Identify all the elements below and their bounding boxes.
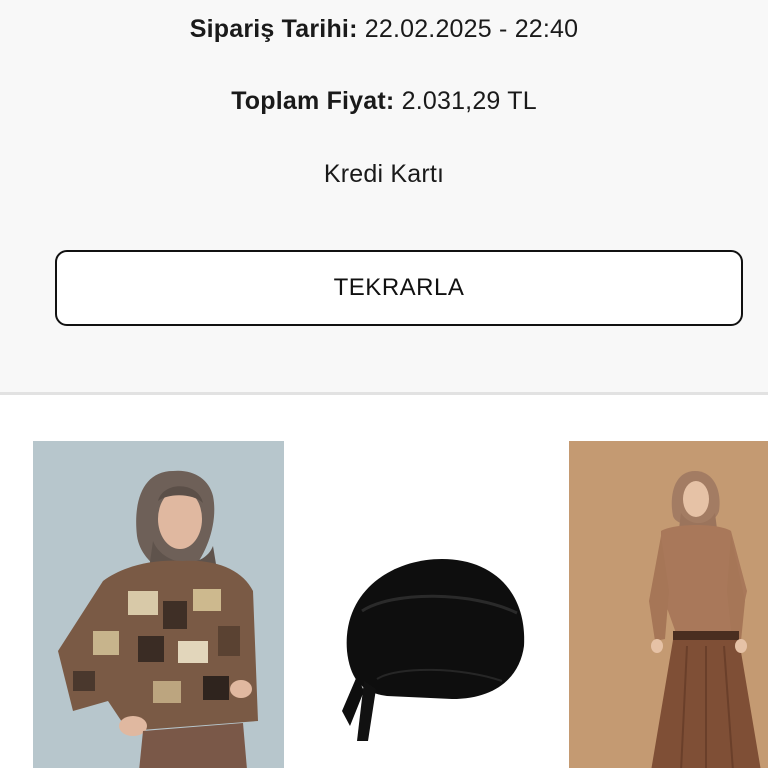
order-date-value: 22.02.2025 - 22:40: [364, 15, 579, 43]
payment-method: Kredi Kartı: [323, 160, 445, 188]
product-card-1[interactable]: [33, 441, 284, 768]
order-date-row: Sipariş Tarihi: 22.02.2025 - 22:40: [0, 15, 768, 44]
order-summary: Sipariş Tarihi: 22.02.2025 - 22:40 Topla…: [0, 0, 768, 392]
repeat-order-button[interactable]: TEKRARLA: [55, 250, 743, 326]
product-image-1: [33, 441, 284, 768]
product-card-2[interactable]: [302, 441, 553, 768]
product-card-3[interactable]: [569, 441, 768, 768]
order-detail-page: Sipariş Tarihi: 22.02.2025 - 22:40 Topla…: [0, 0, 768, 768]
product-image-2: [302, 441, 553, 768]
product-image-3: [569, 441, 768, 768]
order-total-value: 2.031,29 TL: [401, 87, 537, 115]
order-total-label: Toplam Fiyat:: [231, 87, 395, 115]
product-list: [0, 395, 768, 768]
order-total-row: Toplam Fiyat: 2.031,29 TL: [0, 87, 768, 116]
order-date-label: Sipariş Tarihi:: [189, 15, 358, 43]
